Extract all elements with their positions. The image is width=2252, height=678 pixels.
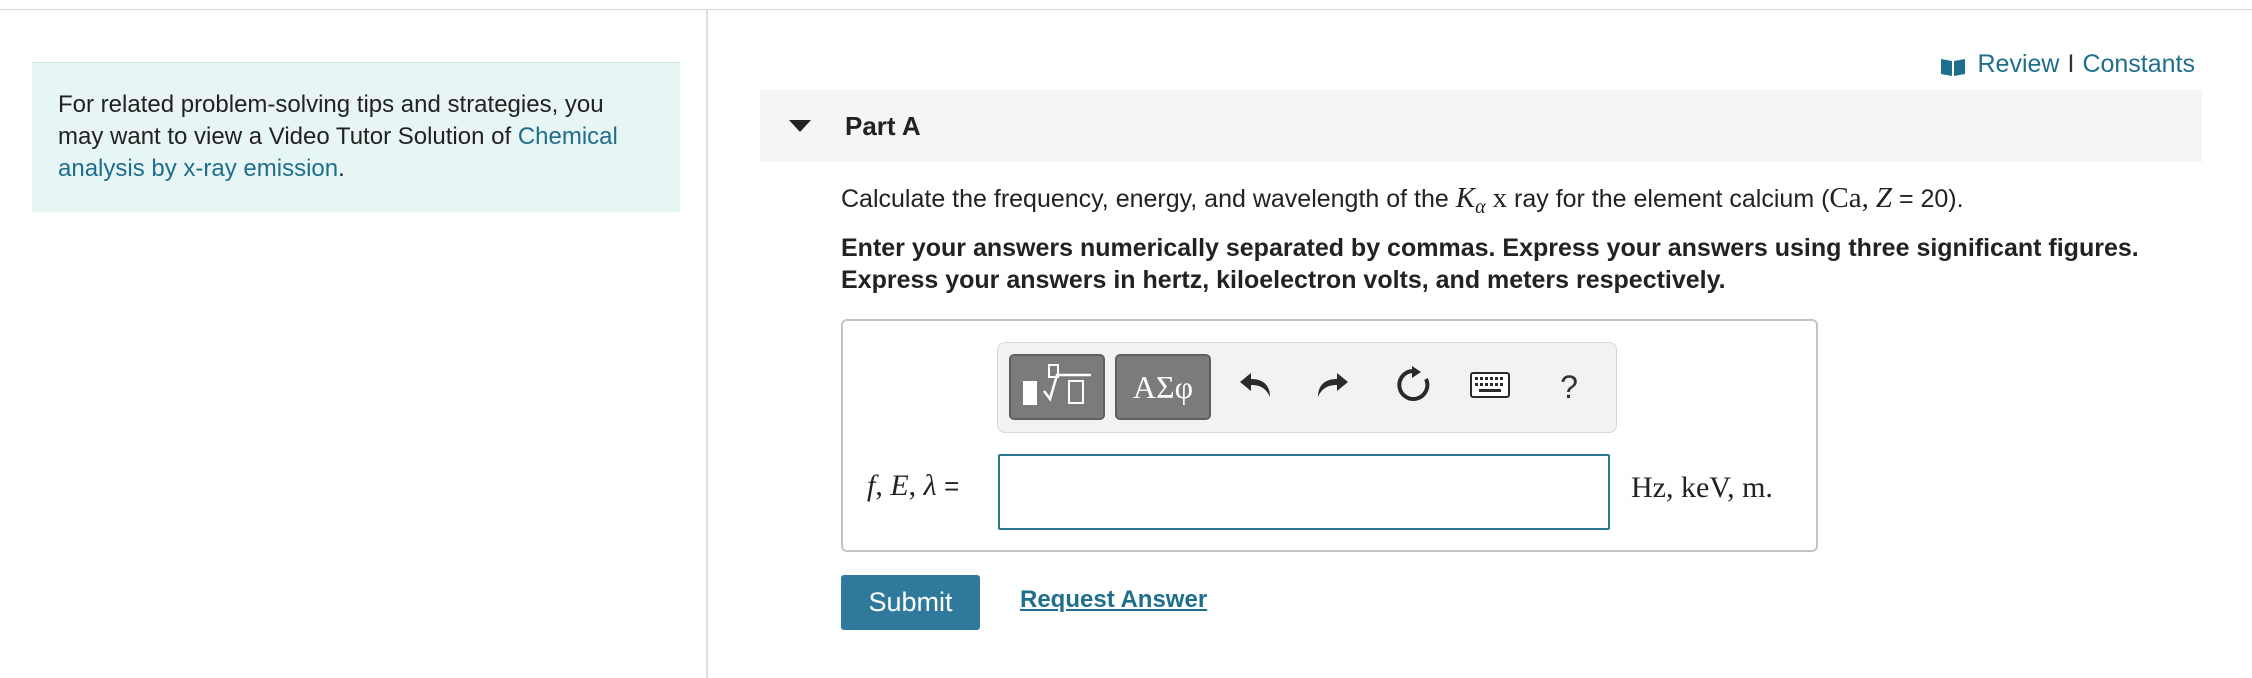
greek-symbols-button[interactable]: ΑΣφ xyxy=(1115,354,1211,420)
book-icon xyxy=(1940,55,1966,76)
tip-end: . xyxy=(338,155,345,182)
reset-icon xyxy=(1393,365,1433,410)
keyboard-icon xyxy=(1470,371,1510,403)
instructions-line-2: Express your answers in hertz, kiloelect… xyxy=(841,266,1726,294)
part-title: Part A xyxy=(845,110,921,141)
request-answer-link[interactable]: Request Answer xyxy=(1020,586,1207,614)
question-end: = 20). xyxy=(1898,185,1964,213)
tip-panel: For related problem-solving tips and str… xyxy=(32,62,680,212)
x-symbol: x xyxy=(1492,182,1508,214)
answer-units: Hz, keV, m. xyxy=(1631,471,1773,504)
answer-input[interactable] xyxy=(998,454,1610,530)
review-link[interactable]: Review xyxy=(1978,50,2060,79)
undo-icon xyxy=(1238,369,1274,406)
instructions-line-1: Enter your answers numerically separated… xyxy=(841,234,2139,262)
k-subscript: α xyxy=(1475,196,1486,218)
question-mid: ray for the element calcium ( xyxy=(1514,185,1830,213)
templates-icon xyxy=(1019,361,1095,414)
instructions: Enter your answers numerically separated… xyxy=(841,232,2201,296)
reset-button[interactable] xyxy=(1389,363,1437,411)
top-divider xyxy=(0,0,2252,10)
greek-symbols-label: ΑΣφ xyxy=(1132,368,1194,405)
column-divider xyxy=(706,10,708,678)
answer-box: ΑΣφ ? f, E, λ = Hz, keV, m. xyxy=(841,319,1818,552)
math-toolbar: ΑΣφ ? xyxy=(997,342,1617,433)
question-text: Calculate the frequency, energy, and wav… xyxy=(841,180,1964,219)
var-f: f xyxy=(867,469,876,502)
templates-button[interactable] xyxy=(1009,354,1105,420)
redo-button[interactable] xyxy=(1308,363,1356,411)
constants-link[interactable]: Constants xyxy=(2082,50,2195,79)
equals-sign: = xyxy=(944,471,960,501)
help-button[interactable]: ? xyxy=(1545,363,1593,411)
header-separator: I xyxy=(2067,50,2075,78)
z-symbol: Z xyxy=(1875,182,1892,214)
collapse-caret-icon[interactable] xyxy=(789,120,811,132)
k-symbol: K xyxy=(1455,182,1476,214)
undo-button[interactable] xyxy=(1232,363,1280,411)
keyboard-button[interactable] xyxy=(1466,363,1514,411)
part-a-header[interactable]: Part A xyxy=(760,90,2202,162)
submit-button[interactable]: Submit xyxy=(841,575,980,630)
comma: , xyxy=(1861,182,1869,214)
redo-icon xyxy=(1314,369,1350,406)
help-icon: ? xyxy=(1560,368,1578,405)
answer-variable-label: f, E, λ = xyxy=(867,469,960,502)
review-constants-bar: Review I Constants xyxy=(1940,50,2195,79)
var-e: E xyxy=(890,469,909,502)
var-lambda: λ xyxy=(923,469,937,502)
ca-symbol: Ca xyxy=(1829,182,1862,214)
question-pre: Calculate the frequency, energy, and wav… xyxy=(841,185,1449,213)
